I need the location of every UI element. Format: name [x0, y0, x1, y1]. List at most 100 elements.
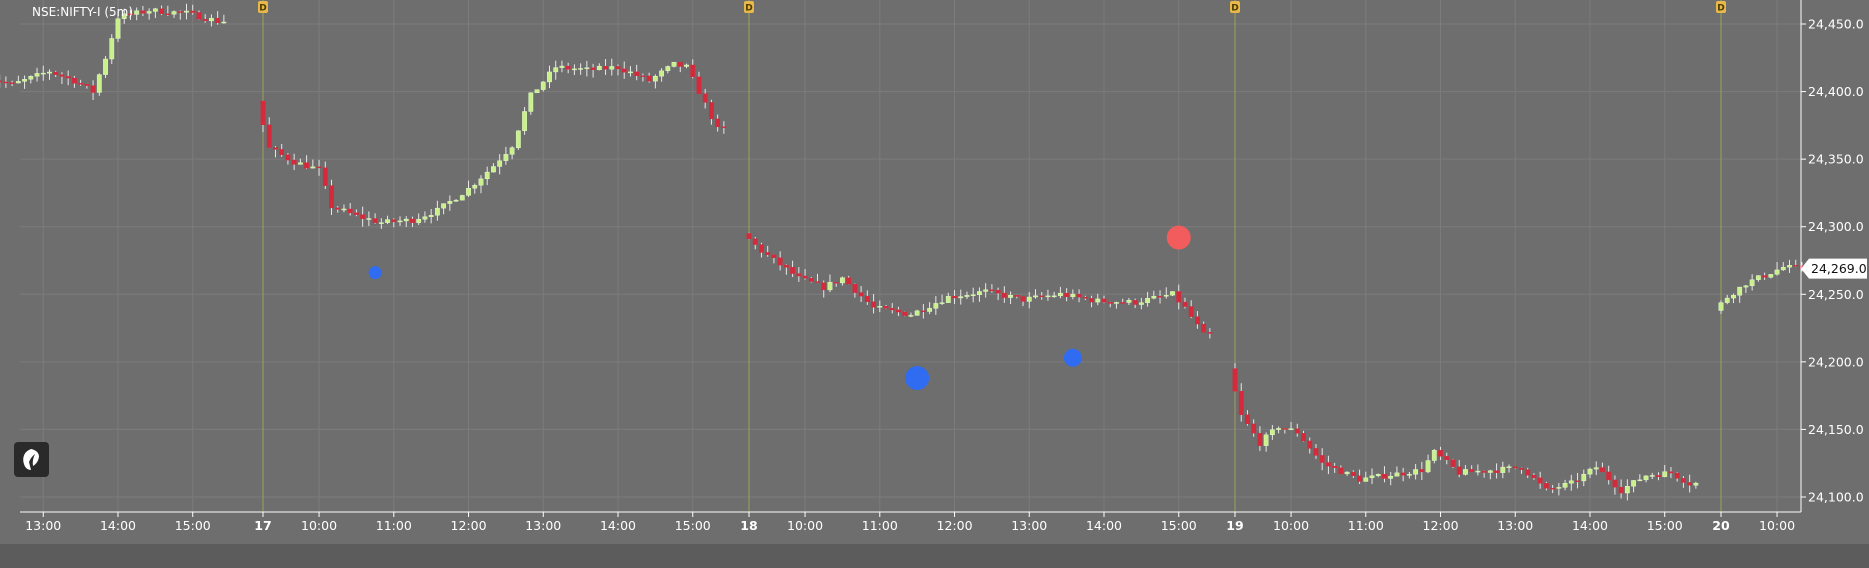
candle-body [1195, 316, 1200, 325]
candle-body [1755, 275, 1761, 280]
time-tick-label: 13:00 [1497, 518, 1533, 533]
candle-body [528, 92, 534, 112]
candle-body [1313, 448, 1319, 456]
candle-body [366, 218, 372, 220]
time-tick-label: 10:00 [301, 518, 337, 533]
candle [902, 311, 908, 317]
candle-body [902, 311, 908, 316]
candle-body [1363, 477, 1369, 482]
time-tick-label: 11:00 [1348, 518, 1384, 533]
candle-body [1793, 265, 1799, 267]
candle-body [1469, 469, 1475, 473]
candle-body [1568, 480, 1574, 484]
day-marker-label: D [259, 4, 266, 14]
candle-body [34, 73, 40, 77]
candle-body [1394, 472, 1400, 477]
candle-body [821, 282, 827, 291]
day-marker-label: D [1231, 4, 1238, 14]
candle-body [279, 149, 285, 155]
candle-body [397, 220, 403, 223]
candle-body [752, 238, 758, 245]
time-tick-label: 13:00 [525, 518, 561, 533]
candle-body [1643, 475, 1649, 481]
candle-body [1637, 479, 1643, 482]
fyers-logo-icon[interactable] [14, 442, 49, 477]
candle-body [304, 162, 309, 169]
time-tick-label: 18 [740, 518, 757, 533]
candle-body [115, 18, 121, 39]
candle-body [1076, 293, 1082, 298]
candlestick-chart[interactable]: D D D D 24,100.0 24,150.0 24,200.0 24,250.0 24,… [0, 0, 1869, 568]
candle-body [771, 254, 777, 258]
candle-body [1039, 295, 1045, 298]
blue-signal-marker[interactable] [1063, 348, 1082, 367]
candle-body [215, 18, 221, 23]
time-tick-label: 15:00 [1647, 518, 1683, 533]
candle-body [134, 10, 140, 15]
candle-body [484, 171, 490, 180]
candle-body [840, 277, 845, 284]
logo-frame [14, 442, 49, 477]
candle-body [1550, 487, 1556, 490]
time-tick-label: 14:00 [1572, 518, 1608, 533]
dividend-marker-icon[interactable]: D [1230, 1, 1240, 14]
candle-body [71, 77, 77, 84]
candle-body [310, 166, 316, 169]
candle-body [1487, 470, 1493, 473]
blue-signal-marker[interactable] [368, 266, 382, 280]
time-tick-label: 10:00 [1759, 518, 1795, 533]
candle-body [640, 75, 646, 77]
candle-body [441, 203, 447, 209]
candle-body [273, 147, 278, 150]
candle-body [1014, 294, 1020, 297]
candle-body [391, 219, 397, 223]
candle-body [459, 195, 465, 201]
candle-body [1388, 475, 1394, 479]
dividend-marker-icon[interactable]: D [1716, 1, 1726, 14]
candle-body [1662, 471, 1668, 477]
candle-body [920, 310, 926, 313]
dividend-marker-icon[interactable]: D [258, 1, 268, 14]
candle-body [103, 58, 108, 75]
candle-body [1157, 296, 1163, 298]
candle-body [202, 19, 208, 22]
candle-body [553, 67, 559, 73]
candle-body [1238, 390, 1244, 415]
candle-body [1082, 296, 1088, 299]
candle-body [615, 66, 621, 70]
candle-body [1176, 291, 1182, 303]
candle-body [1774, 269, 1780, 275]
candle [1170, 291, 1175, 297]
candle-body [1107, 301, 1113, 304]
candle-body [1749, 279, 1755, 287]
candle-body [1138, 302, 1144, 305]
candle-body [503, 154, 509, 161]
candle-body [78, 83, 84, 85]
candle-body [1307, 440, 1313, 449]
candle-body [260, 100, 266, 125]
candle-body [1089, 298, 1094, 303]
candle-body [1656, 475, 1661, 477]
chart-container[interactable]: D D D D 24,100.0 24,150.0 24,200.0 24,250.0 24,… [0, 0, 1869, 568]
candle [515, 130, 521, 150]
candle-body [684, 64, 689, 67]
candle-body [1475, 470, 1481, 473]
time-tick-label: 13:00 [25, 518, 61, 533]
candle-body [385, 219, 390, 223]
candle-body [1494, 470, 1499, 473]
candle-body [609, 66, 615, 70]
candle-body [1045, 295, 1051, 298]
candle-body [1207, 332, 1213, 334]
candle-body [329, 185, 334, 209]
candle-body [1724, 297, 1730, 303]
red-signal-marker[interactable] [1166, 225, 1191, 250]
candle-body [1419, 469, 1425, 473]
dividend-marker-icon[interactable]: D [744, 1, 754, 14]
candle-body [1631, 480, 1636, 487]
candle-body [1762, 275, 1767, 278]
candle-body [1606, 471, 1612, 481]
candle-body [547, 71, 552, 83]
candle-body [665, 66, 671, 72]
blue-signal-marker[interactable] [905, 366, 930, 391]
candle-body [970, 294, 976, 296]
